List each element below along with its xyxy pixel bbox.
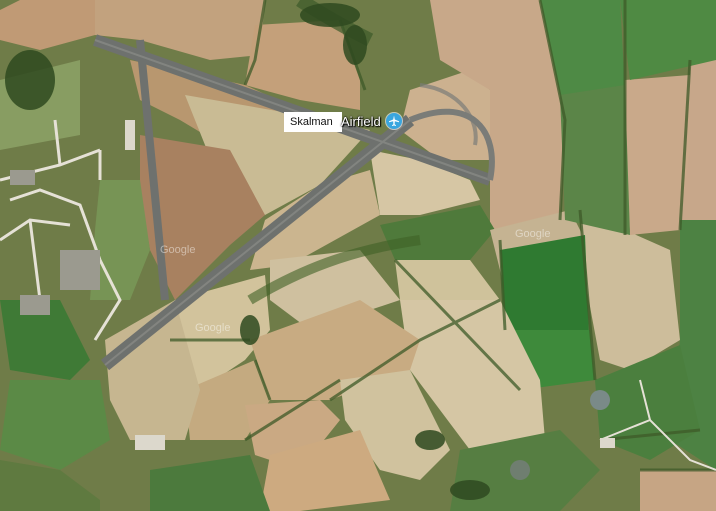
satellite-map[interactable] xyxy=(0,0,716,511)
map-watermark: Google xyxy=(160,244,196,256)
place-name-label[interactable]: Airfield xyxy=(341,114,381,129)
airport-icon[interactable] xyxy=(386,113,402,129)
map-watermark: Google xyxy=(195,322,231,334)
field xyxy=(640,470,716,511)
map-watermark: Google xyxy=(515,228,551,240)
field xyxy=(560,85,630,235)
plane-icon xyxy=(389,115,399,126)
map-label-overlay: Skalman xyxy=(284,112,342,132)
